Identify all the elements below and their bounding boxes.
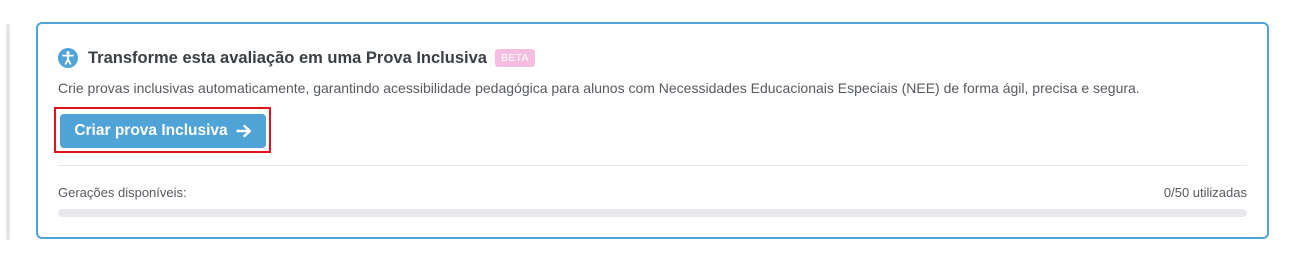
beta-badge: BETA [494, 49, 535, 67]
create-inclusive-exam-label: Criar prova Inclusiva [74, 122, 228, 139]
generations-used-count: 0/50 utilizadas [1163, 185, 1247, 200]
divider [58, 165, 1247, 166]
usage-progress-bar [58, 209, 1247, 217]
card-description: Crie provas inclusivas automaticamente, … [58, 80, 1140, 96]
accessibility-icon [58, 48, 78, 68]
left-rail [6, 24, 10, 240]
card-title: Transforme esta avaliação em uma Prova I… [88, 48, 487, 67]
card-header: Transforme esta avaliação em uma Prova I… [58, 48, 535, 68]
generations-available-label: Gerações disponíveis: [58, 185, 187, 200]
inclusive-exam-card: Transforme esta avaliação em uma Prova I… [36, 22, 1269, 239]
create-inclusive-exam-button[interactable]: Criar prova Inclusiva [60, 114, 266, 148]
arrow-right-icon [235, 124, 251, 138]
